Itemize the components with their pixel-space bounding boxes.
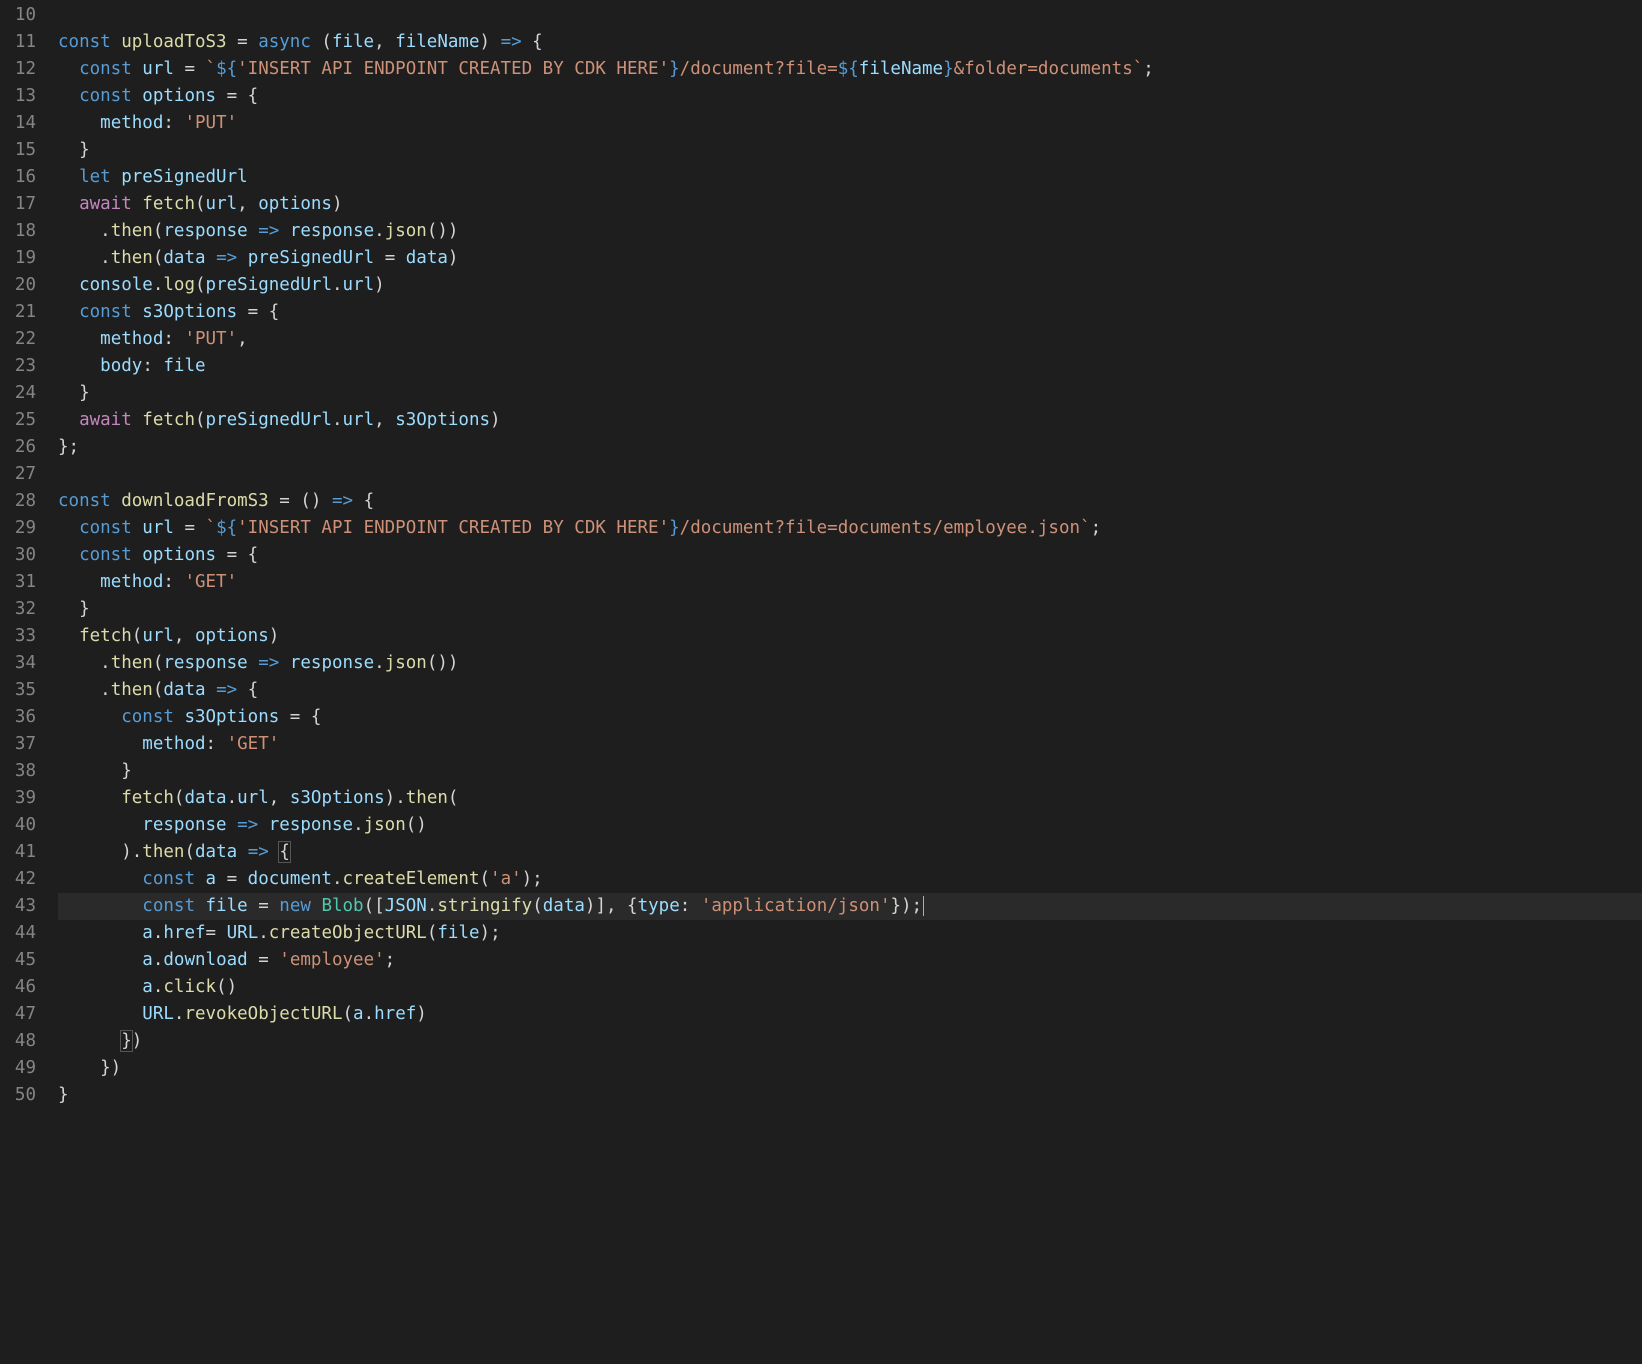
code-line[interactable]: response => response.json() <box>58 812 1642 839</box>
code-line[interactable]: a.href= URL.createObjectURL(file); <box>58 920 1642 947</box>
code-line[interactable]: const s3Options = { <box>58 704 1642 731</box>
line-number: 29 <box>0 515 36 542</box>
code-line[interactable]: }) <box>58 1055 1642 1082</box>
line-number: 45 <box>0 947 36 974</box>
code-line[interactable]: method: 'PUT' <box>58 110 1642 137</box>
line-number-gutter: 1011121314151617181920212223242526272829… <box>0 0 58 1364</box>
line-number: 20 <box>0 272 36 299</box>
line-number: 42 <box>0 866 36 893</box>
line-number: 49 <box>0 1055 36 1082</box>
code-line[interactable]: } <box>58 380 1642 407</box>
code-line[interactable]: const a = document.createElement('a'); <box>58 866 1642 893</box>
line-number: 16 <box>0 164 36 191</box>
line-number: 14 <box>0 110 36 137</box>
line-number: 12 <box>0 56 36 83</box>
code-line[interactable]: URL.revokeObjectURL(a.href) <box>58 1001 1642 1028</box>
code-line[interactable] <box>58 2 1642 29</box>
line-number: 30 <box>0 542 36 569</box>
code-line[interactable]: let preSignedUrl <box>58 164 1642 191</box>
code-line[interactable]: method: 'GET' <box>58 731 1642 758</box>
code-line[interactable]: .then(response => response.json()) <box>58 650 1642 677</box>
line-number: 15 <box>0 137 36 164</box>
code-line[interactable]: method: 'GET' <box>58 569 1642 596</box>
code-line[interactable]: .then(data => preSignedUrl = data) <box>58 245 1642 272</box>
code-line[interactable]: fetch(data.url, s3Options).then( <box>58 785 1642 812</box>
line-number: 39 <box>0 785 36 812</box>
line-number: 35 <box>0 677 36 704</box>
line-number: 19 <box>0 245 36 272</box>
line-number: 23 <box>0 353 36 380</box>
code-line[interactable]: await fetch(url, options) <box>58 191 1642 218</box>
line-number: 41 <box>0 839 36 866</box>
code-line[interactable]: } <box>58 137 1642 164</box>
code-line[interactable]: const downloadFromS3 = () => { <box>58 488 1642 515</box>
line-number: 26 <box>0 434 36 461</box>
code-editor[interactable]: 1011121314151617181920212223242526272829… <box>0 0 1642 1364</box>
line-number: 18 <box>0 218 36 245</box>
line-number: 40 <box>0 812 36 839</box>
line-number: 28 <box>0 488 36 515</box>
line-number: 33 <box>0 623 36 650</box>
line-number: 10 <box>0 2 36 29</box>
code-line[interactable]: a.click() <box>58 974 1642 1001</box>
line-number: 25 <box>0 407 36 434</box>
code-line[interactable]: const url = `${'INSERT API ENDPOINT CREA… <box>58 515 1642 542</box>
line-number: 32 <box>0 596 36 623</box>
line-number: 47 <box>0 1001 36 1028</box>
code-line[interactable]: } <box>58 758 1642 785</box>
code-line[interactable]: const options = { <box>58 542 1642 569</box>
code-line[interactable]: .then(data => { <box>58 677 1642 704</box>
line-number: 43 <box>0 893 36 920</box>
line-number: 48 <box>0 1028 36 1055</box>
code-line[interactable]: const uploadToS3 = async (file, fileName… <box>58 29 1642 56</box>
code-line[interactable]: await fetch(preSignedUrl.url, s3Options) <box>58 407 1642 434</box>
code-area[interactable]: const uploadToS3 = async (file, fileName… <box>58 0 1642 1364</box>
line-number: 27 <box>0 461 36 488</box>
code-line[interactable]: const file = new Blob([JSON.stringify(da… <box>58 893 1642 920</box>
line-number: 31 <box>0 569 36 596</box>
line-number: 11 <box>0 29 36 56</box>
code-line[interactable]: }; <box>58 434 1642 461</box>
line-number: 34 <box>0 650 36 677</box>
code-line[interactable]: const options = { <box>58 83 1642 110</box>
line-number: 46 <box>0 974 36 1001</box>
line-number: 22 <box>0 326 36 353</box>
line-number: 44 <box>0 920 36 947</box>
code-line[interactable]: ).then(data => { <box>58 839 1642 866</box>
line-number: 38 <box>0 758 36 785</box>
line-number: 13 <box>0 83 36 110</box>
line-number: 21 <box>0 299 36 326</box>
code-line[interactable] <box>58 461 1642 488</box>
line-number: 37 <box>0 731 36 758</box>
code-line[interactable]: } <box>58 1082 1642 1109</box>
line-number: 36 <box>0 704 36 731</box>
code-line[interactable]: } <box>58 596 1642 623</box>
code-line[interactable]: a.download = 'employee'; <box>58 947 1642 974</box>
code-line[interactable]: fetch(url, options) <box>58 623 1642 650</box>
code-line[interactable]: }) <box>58 1028 1642 1055</box>
code-line[interactable]: console.log(preSignedUrl.url) <box>58 272 1642 299</box>
code-line[interactable]: const s3Options = { <box>58 299 1642 326</box>
code-line[interactable]: .then(response => response.json()) <box>58 218 1642 245</box>
code-line[interactable]: body: file <box>58 353 1642 380</box>
line-number: 24 <box>0 380 36 407</box>
line-number: 17 <box>0 191 36 218</box>
code-line[interactable]: const url = `${'INSERT API ENDPOINT CREA… <box>58 56 1642 83</box>
line-number: 50 <box>0 1082 36 1109</box>
code-line[interactable]: method: 'PUT', <box>58 326 1642 353</box>
